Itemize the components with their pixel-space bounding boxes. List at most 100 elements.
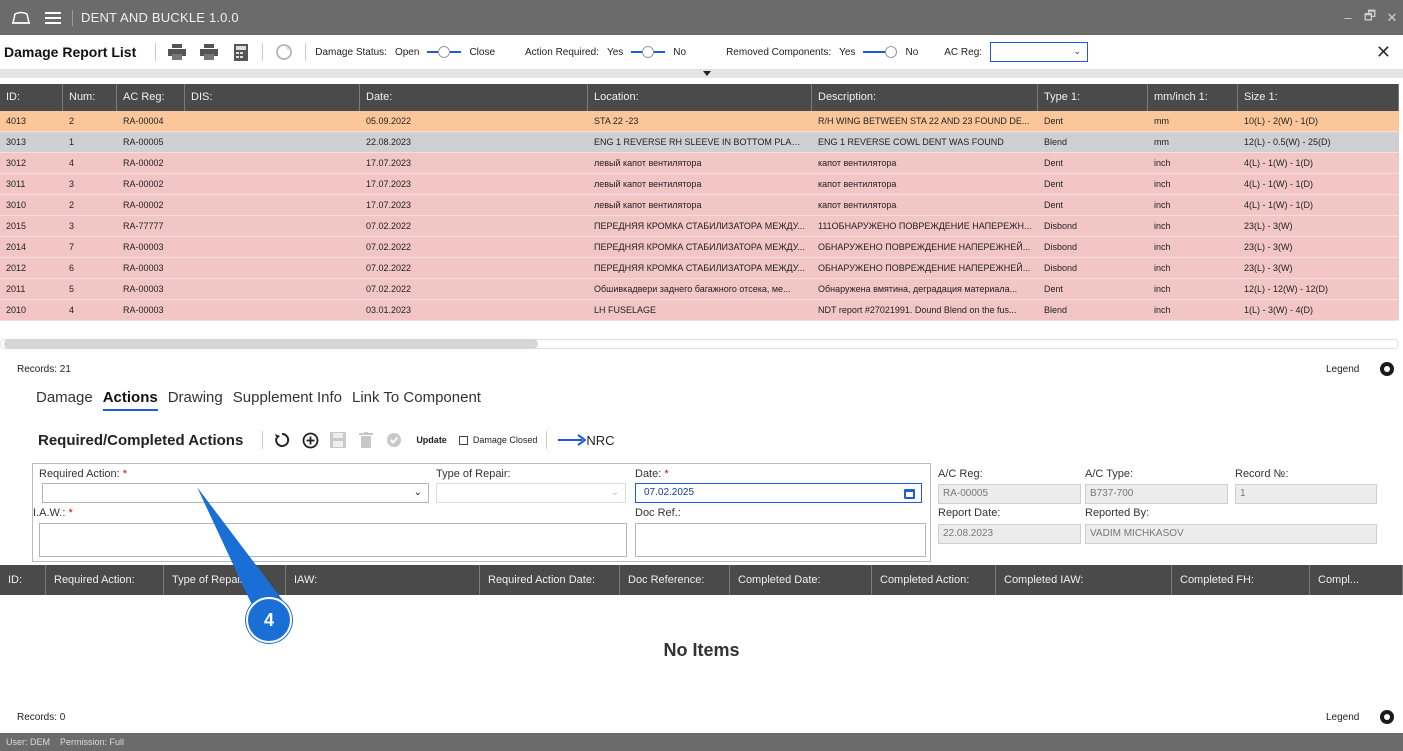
chevron-down-icon: ⌄ bbox=[413, 487, 422, 498]
iaw-input[interactable] bbox=[39, 523, 627, 557]
table-row[interactable]: 4013 2 RA-00004 05.09.2022 STA 22 -23 R/H WIN… bbox=[0, 111, 1399, 132]
column-header[interactable]: Type 1: bbox=[1038, 84, 1148, 111]
delete-icon[interactable] bbox=[356, 430, 376, 450]
checkbox-box[interactable] bbox=[458, 435, 468, 445]
table-row[interactable]: 2011 5 RA-00003 07.02.2022 Обшивкадвери задн… bbox=[0, 279, 1399, 300]
minimize-button[interactable]: – bbox=[1337, 10, 1359, 25]
column-header[interactable]: Doc Reference: bbox=[620, 565, 730, 595]
table-cell: 2012 bbox=[6, 263, 27, 273]
column-header[interactable]: DIS: bbox=[185, 84, 360, 111]
column-header[interactable]: Compl... bbox=[1310, 565, 1403, 595]
refresh-icon[interactable] bbox=[274, 42, 294, 62]
table-cell: 03.01.2023 bbox=[366, 305, 412, 315]
table-cell: ОБНАРУЖЕНО ПОВРЕЖДЕНИЕ НАПЕРЕЖНЕЙ... bbox=[818, 263, 1031, 273]
table-cell: 2011 bbox=[6, 284, 26, 294]
column-header[interactable]: Date: bbox=[360, 84, 588, 111]
table-row[interactable]: 2014 7 RA-00003 07.02.2022 ПЕРЕДНЯЯ КРОМКА С… bbox=[0, 237, 1399, 258]
column-header[interactable]: Completed Action: bbox=[872, 565, 996, 595]
undo-icon[interactable] bbox=[272, 430, 292, 450]
type-of-repair-label: Type of Repair: bbox=[436, 468, 511, 480]
collapse-arrow-icon[interactable] bbox=[703, 71, 711, 76]
legend-label[interactable]: Legend bbox=[1326, 364, 1359, 375]
table-row[interactable]: 2012 6 RA-00003 07.02.2022 ПЕРЕДНЯЯ КРОМКА С… bbox=[0, 258, 1399, 279]
column-header[interactable]: Type of Repair bbox=[164, 565, 286, 595]
table-cell: 07.02.2022 bbox=[366, 221, 412, 231]
ac-reg-filter-label: AC Reg: bbox=[944, 46, 983, 58]
record-no-label: Record №: bbox=[1235, 468, 1289, 480]
table-cell: inch bbox=[1154, 179, 1171, 189]
calculator-icon[interactable] bbox=[231, 42, 251, 62]
column-header[interactable]: IAW: bbox=[286, 565, 480, 595]
column-header[interactable]: mm/inch 1: bbox=[1148, 84, 1238, 111]
table-cell: 12(L) - 12(W) - 12(D) bbox=[1244, 284, 1329, 294]
table-row[interactable]: 2010 4 RA-00003 03.01.2023 LH FUSELAGE NDT re… bbox=[0, 300, 1399, 321]
table-cell: левый капот вентилятора bbox=[594, 200, 702, 210]
column-header[interactable]: Completed FH: bbox=[1172, 565, 1310, 595]
column-header[interactable]: Required Action: bbox=[46, 565, 164, 595]
required-action-select[interactable]: ⌄ bbox=[42, 483, 429, 503]
table-cell: RA-00002 bbox=[123, 158, 164, 168]
damage-status-toggle[interactable] bbox=[427, 46, 462, 58]
table-row[interactable]: 3013 1 RA-00005 22.08.2023 ENG 1 REVERSE RH … bbox=[0, 132, 1399, 153]
approve-icon[interactable] bbox=[384, 430, 404, 450]
actions-toolbar: Required/Completed Actions Update Damage… bbox=[38, 430, 615, 450]
eye-icon[interactable] bbox=[1380, 710, 1394, 724]
tab-link-to-component[interactable]: Link To Component bbox=[352, 389, 481, 411]
table-row[interactable]: 3012 4 RA-00002 17.07.2023 левый капот венти… bbox=[0, 153, 1399, 174]
table-cell: Disbond bbox=[1044, 242, 1078, 252]
title-divider bbox=[72, 9, 73, 26]
column-header[interactable]: Location: bbox=[588, 84, 812, 111]
close-panel-icon[interactable]: ✕ bbox=[1376, 42, 1391, 63]
column-header[interactable]: AC Reg: bbox=[117, 84, 185, 111]
column-header[interactable]: Num: bbox=[63, 84, 117, 111]
update-button[interactable]: Update bbox=[416, 435, 447, 445]
splitter-bar[interactable] bbox=[0, 70, 1403, 78]
hamburger-menu-icon[interactable] bbox=[42, 8, 64, 28]
column-header[interactable]: Completed IAW: bbox=[996, 565, 1172, 595]
table-row[interactable]: 2015 3 RA-77777 07.02.2022 ПЕРЕДНЯЯ КРОМКА С… bbox=[0, 216, 1399, 237]
print-icon[interactable] bbox=[167, 42, 187, 62]
horizontal-scrollbar-thumb[interactable] bbox=[4, 339, 538, 349]
tab-drawing[interactable]: Drawing bbox=[168, 389, 223, 411]
tab-supplement-info[interactable]: Supplement Info bbox=[233, 389, 342, 411]
close-window-button[interactable]: ✕ bbox=[1381, 10, 1403, 26]
toolbar-divider bbox=[155, 43, 157, 61]
damage-status-close-label: Close bbox=[469, 46, 496, 58]
damage-closed-checkbox[interactable]: Damage Closed bbox=[458, 435, 537, 445]
column-header[interactable]: Completed Date: bbox=[730, 565, 872, 595]
table-cell: 23(L) - 3(W) bbox=[1244, 242, 1293, 252]
column-header[interactable]: ID: bbox=[0, 84, 63, 111]
actions-legend-label[interactable]: Legend bbox=[1326, 712, 1359, 723]
print-list-icon[interactable] bbox=[199, 42, 219, 62]
nrc-button[interactable]: NRC bbox=[558, 433, 615, 448]
column-header[interactable]: Description: bbox=[812, 84, 1038, 111]
type-of-repair-select[interactable]: ⌄ bbox=[436, 483, 626, 503]
tab-actions[interactable]: Actions bbox=[102, 389, 158, 411]
save-icon[interactable] bbox=[328, 430, 348, 450]
table-cell: 17.07.2023 bbox=[366, 179, 412, 189]
table-cell: RA-00003 bbox=[123, 263, 164, 273]
table-cell: 7 bbox=[69, 242, 75, 252]
status-user: User: DEM bbox=[6, 737, 51, 747]
eye-icon[interactable] bbox=[1380, 362, 1394, 376]
add-icon[interactable] bbox=[300, 430, 320, 450]
column-header[interactable]: Required Action Date: bbox=[480, 565, 620, 595]
action-required-toggle[interactable] bbox=[631, 46, 666, 58]
damage-status-open-label: Open bbox=[394, 46, 420, 58]
restore-button[interactable]: 🗗 bbox=[1359, 7, 1381, 29]
column-header[interactable]: ID: bbox=[0, 565, 46, 595]
doc-ref-input[interactable] bbox=[635, 523, 926, 557]
table-cell: 07.02.2022 bbox=[366, 284, 412, 294]
column-header[interactable]: Size 1: bbox=[1238, 84, 1399, 111]
table-cell: капот вентилятора bbox=[818, 179, 897, 189]
date-picker[interactable]: 07.02.2025 bbox=[635, 483, 922, 503]
chevron-down-icon: ⌄ bbox=[1073, 46, 1082, 56]
table-cell: RA-00003 bbox=[123, 305, 164, 315]
table-row[interactable]: 3010 2 RA-00002 17.07.2023 левый капот венти… bbox=[0, 195, 1399, 216]
table-row[interactable]: 3011 3 RA-00002 17.07.2023 левый капот венти… bbox=[0, 174, 1399, 195]
removed-components-toggle[interactable] bbox=[863, 46, 898, 58]
tab-damage[interactable]: Damage bbox=[36, 389, 93, 411]
chevron-down-icon: ⌄ bbox=[610, 487, 619, 498]
ac-reg-filter-select[interactable]: ⌄ bbox=[990, 42, 1089, 62]
table-cell: 1(L) - 3(W) - 4(D) bbox=[1244, 305, 1313, 315]
